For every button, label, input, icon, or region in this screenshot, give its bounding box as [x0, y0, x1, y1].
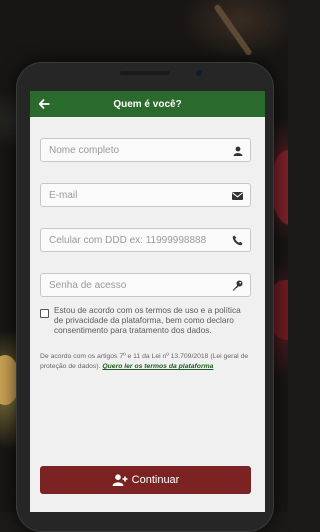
page-title: Quem é você?	[113, 98, 182, 110]
app-header: Quem é você?	[30, 91, 265, 117]
arrow-left-icon	[38, 99, 49, 109]
terms-consent: Estou de acordo com os termos de uso e a…	[40, 305, 255, 335]
user-plus-icon	[112, 474, 128, 486]
password-input[interactable]	[41, 274, 229, 296]
key-icon	[231, 279, 244, 292]
app-screen: Quem é você? Nome completo E-mail Celula…	[30, 91, 265, 512]
continue-label: Continuar	[131, 474, 180, 486]
email-input[interactable]	[41, 184, 229, 206]
terms-link[interactable]: Quero ler os termos da plataforma	[102, 363, 213, 370]
continue-button[interactable]: Continuar	[40, 466, 251, 494]
phone-field[interactable]	[40, 228, 251, 252]
law-notice: De acordo com os artigos 7º e 11 da Lei …	[40, 352, 252, 372]
phone-input[interactable]	[41, 229, 229, 251]
terms-text: Estou de acordo com os termos de uso e a…	[54, 305, 241, 335]
terms-checkbox[interactable]	[40, 309, 49, 318]
phone-speaker	[120, 71, 170, 75]
phone-camera	[196, 70, 202, 76]
password-field[interactable]	[40, 273, 251, 297]
back-button[interactable]	[34, 94, 54, 114]
name-input[interactable]	[41, 139, 229, 161]
name-field[interactable]	[40, 138, 251, 162]
envelope-icon	[231, 189, 244, 202]
phone-icon	[231, 234, 244, 247]
user-icon	[231, 144, 244, 157]
email-field[interactable]	[40, 183, 251, 207]
